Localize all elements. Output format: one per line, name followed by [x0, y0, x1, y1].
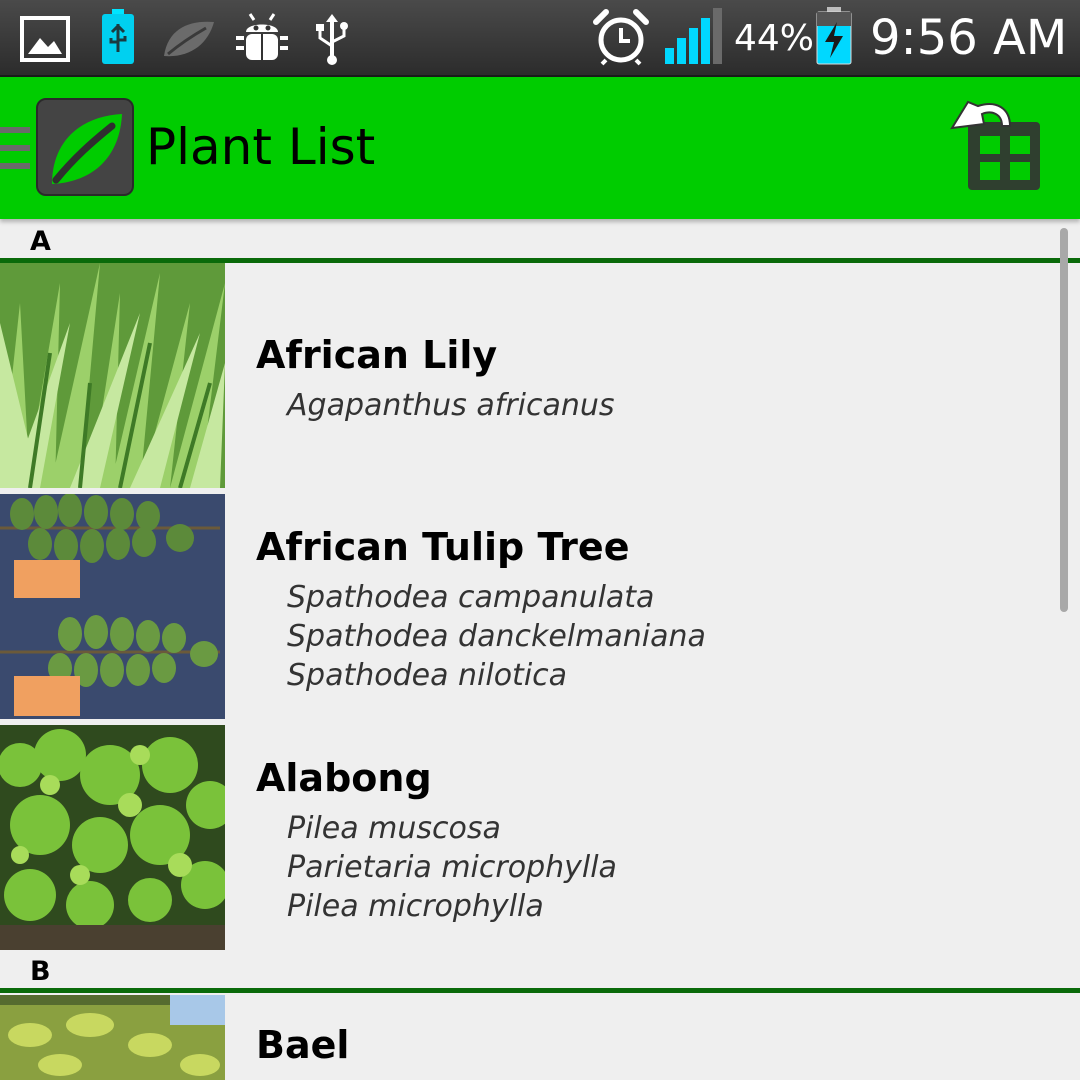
plant-thumbnail — [0, 725, 225, 950]
usb-battery-icon — [102, 9, 134, 64]
plant-scientific-name: Pilea muscosa — [287, 811, 501, 846]
plant-thumbnail — [0, 995, 225, 1080]
section-header-b: B — [0, 954, 1080, 993]
plant-common-name: African Tulip Tree — [256, 525, 630, 569]
android-debug-icon — [236, 13, 288, 60]
plant-scientific-name: Spathodea danckelmaniana — [287, 619, 706, 654]
plant-thumbnail — [0, 494, 225, 719]
section-letter: B — [30, 956, 51, 987]
usb-icon — [316, 14, 348, 65]
app-logo-button[interactable] — [36, 98, 134, 196]
nav-drawer-icon[interactable] — [0, 127, 30, 181]
list-item[interactable]: Bael — [0, 995, 1080, 1080]
switch-layout-icon[interactable] — [948, 100, 1048, 196]
section-letter: A — [30, 226, 51, 257]
list-item[interactable]: African Lily Agapanthus africanus — [0, 263, 1080, 488]
plant-thumbnail — [0, 263, 225, 488]
status-bar: 44% 9:56 AM — [0, 0, 1080, 77]
plant-common-name: Bael — [256, 1023, 350, 1067]
leaf-icon — [164, 21, 214, 57]
plant-scientific-name: Parietaria microphylla — [287, 850, 617, 885]
plant-common-name: Alabong — [256, 756, 432, 800]
scrollbar[interactable] — [1060, 228, 1068, 612]
plant-common-name: African Lily — [256, 333, 498, 377]
section-header-a: A — [0, 224, 1080, 263]
list-item[interactable]: Alabong Pilea muscosa Parietaria microph… — [0, 725, 1080, 950]
image-icon — [20, 16, 70, 62]
plant-scientific-name: Spathodea campanulata — [287, 580, 655, 615]
battery-charging-icon — [816, 7, 852, 65]
leaf-icon — [52, 114, 122, 184]
battery-percent: 44% — [734, 18, 815, 59]
signal-icon — [665, 8, 722, 64]
plant-scientific-name: Pilea microphylla — [287, 889, 544, 924]
page-title: Plant List — [146, 118, 376, 176]
plant-scientific-name: Spathodea nilotica — [287, 658, 568, 693]
list-item[interactable]: African Tulip Tree Spathodea campanulata… — [0, 494, 1080, 719]
alarm-icon — [593, 9, 649, 66]
plant-scientific-name: Agapanthus africanus — [287, 388, 615, 423]
clock: 9:56 AM — [870, 10, 1068, 66]
